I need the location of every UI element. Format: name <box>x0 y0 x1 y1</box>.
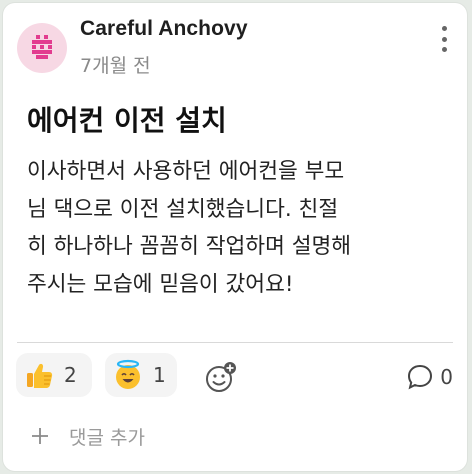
comment-bubble-icon <box>408 364 433 390</box>
pixel-avatar-icon <box>32 35 52 59</box>
reaction-thumbs-up-button[interactable]: 2 <box>16 353 92 397</box>
divider <box>17 342 453 343</box>
comment-count-button[interactable]: 0 <box>406 362 453 392</box>
post-body: 이사하면서 사용하던 에어컨을 부모 님 댁으로 이전 설치했습니다. 친절 히… <box>27 159 352 297</box>
add-reaction-icon[interactable] <box>204 361 238 395</box>
post-title: 에어컨 이전 설치 <box>27 104 227 137</box>
post-header: Careful Anchovy 7개월 전 <box>17 17 455 77</box>
thumbs-up-icon <box>27 363 53 388</box>
reaction-halo-face-button[interactable]: 1 <box>105 353 177 397</box>
add-comment-placeholder[interactable]: 댓글 추가 <box>69 423 145 450</box>
smiling-halo-face-icon <box>116 359 140 389</box>
plus-icon <box>27 423 53 449</box>
post-card: Careful Anchovy 7개월 전 에어컨 이전 설치 이사하면서 사용… <box>3 3 467 471</box>
more-options-icon[interactable] <box>433 23 455 55</box>
reaction-count: 1 <box>153 363 166 387</box>
reaction-count: 2 <box>64 363 77 387</box>
avatar[interactable] <box>17 23 67 73</box>
reaction-bar: 2 1 0 <box>16 353 453 401</box>
post-time: 7개월 전 <box>80 55 151 77</box>
comment-count: 0 <box>440 365 453 389</box>
author-name[interactable]: Careful Anchovy <box>80 17 248 41</box>
add-comment-row[interactable]: 댓글 추가 <box>27 421 145 451</box>
